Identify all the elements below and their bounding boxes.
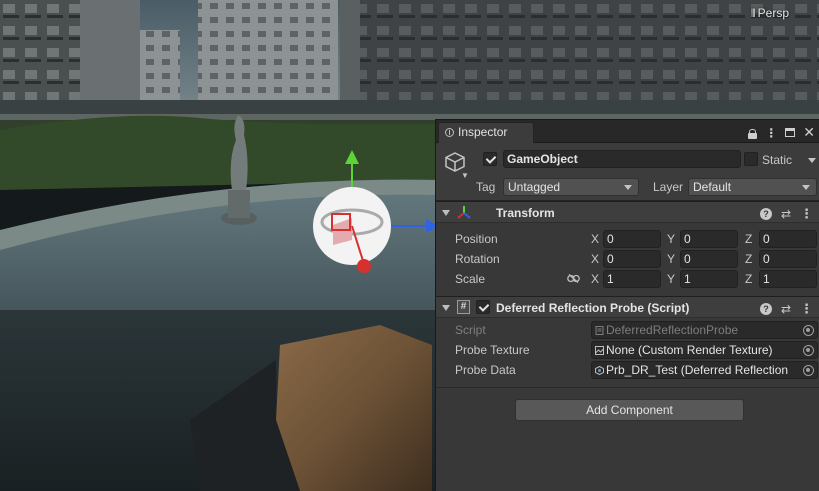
tag-dropdown[interactable]: Untagged [503,178,639,196]
rotation-y-field[interactable]: 0 [680,250,738,268]
position-x-field[interactable]: 0 [603,230,661,248]
scale-row: Scale X 1 Y 1 Z 1 [436,269,819,289]
inspector-panel: Inspector ⋮ ✕ ▼ GameObject Static Tag Un… [435,119,819,491]
probe-texture-value: None (Custom Render Texture) [606,343,773,357]
object-picker-icon[interactable] [803,365,814,376]
more-options-icon[interactable]: ⋮ [800,301,813,317]
script-enabled-checkbox[interactable] [476,300,490,314]
script-label: Script [455,323,486,337]
probe-data-row: Probe Data Prb_DR_Test (Deferred Reflect… [436,360,819,380]
view-mode-label[interactable]: ⫴ Persp [751,6,789,21]
scale-x-field[interactable]: 1 [603,270,661,288]
static-checkbox[interactable] [744,152,758,166]
probe-data-value: Prb_DR_Test (Deferred Reflection [606,363,789,377]
tab-inspector-label: Inspector [458,125,508,139]
chevron-down-icon [802,185,810,190]
axis-x-label[interactable]: X [591,232,599,246]
script-value: DeferredReflectionProbe [606,323,739,337]
axis-y-label[interactable]: Y [667,232,675,246]
presets-icon[interactable]: ⇄ [781,207,791,221]
probe-texture-field[interactable]: None (Custom Render Texture) [591,341,818,359]
foldout-arrow-icon[interactable] [442,210,450,216]
layer-dropdown[interactable]: Default [688,178,817,196]
rotation-label: Rotation [455,252,500,266]
axis-x-label[interactable]: X [591,272,599,286]
probe-texture-label: Probe Texture [455,343,530,357]
presets-icon[interactable]: ⇄ [781,302,791,316]
chevron-down-icon [624,185,632,190]
object-picker-icon[interactable] [803,345,814,356]
transform-axes-icon [457,206,471,219]
gameobject-header: ▼ GameObject Static Tag Untagged Layer D… [436,143,819,201]
rotation-row: Rotation X 0 Y 0 Z 0 [436,249,819,269]
render-texture-icon [595,346,604,355]
script-component-header[interactable]: # Deferred Reflection Probe (Script) ? ⇄… [436,296,819,318]
script-row: Script DeferredReflectionProbe [436,320,819,340]
more-options-icon[interactable]: ⋮ [800,206,813,222]
axis-z-label[interactable]: Z [745,272,752,286]
static-dropdown-arrow[interactable] [808,158,816,163]
probe-data-label: Probe Data [455,363,516,377]
axis-y-label[interactable]: Y [667,252,675,266]
info-icon [445,128,454,137]
lock-icon[interactable] [748,128,758,139]
rotation-z-field[interactable]: 0 [759,250,817,268]
static-label: Static [762,153,793,167]
axis-x-label[interactable]: X [591,252,599,266]
tag-label: Tag [476,180,496,194]
scale-y-field[interactable]: 1 [680,270,738,288]
axis-y-label[interactable]: Y [667,272,675,286]
rotation-x-field[interactable]: 0 [603,250,661,268]
inspector-tabbar: Inspector ⋮ ✕ [436,120,819,143]
add-component-area: Add Component [436,387,819,437]
more-options-icon[interactable]: ⋮ [765,126,777,140]
script-file-icon [595,326,604,335]
position-row: Position X 0 Y 0 Z 0 [436,229,819,249]
foldout-arrow-icon[interactable] [442,305,450,311]
axis-z-label[interactable]: Z [745,232,752,246]
position-y-field[interactable]: 0 [680,230,738,248]
help-icon[interactable]: ? [759,303,772,315]
object-picker-icon [803,325,814,336]
tab-inspector[interactable]: Inspector [438,122,534,143]
view-mode-text: Persp [757,6,789,20]
constrain-proportions-icon[interactable] [567,274,580,283]
tag-value: Untagged [508,180,561,194]
transform-header[interactable]: Transform ? ⇄ ⋮ [436,201,819,223]
close-icon[interactable]: ✕ [803,124,815,141]
script-icon: # [457,300,470,314]
icon-dropdown-arrow[interactable]: ▼ [461,171,469,180]
scriptable-object-icon [595,366,604,375]
perspective-icon: ⫴ [751,8,756,20]
probe-texture-row: Probe Texture None (Custom Render Textur… [436,340,819,360]
transform-title: Transform [496,206,555,220]
layer-label: Layer [653,180,684,194]
layer-value: Default [693,180,732,194]
probe-data-field[interactable]: Prb_DR_Test (Deferred Reflection [591,361,818,379]
position-z-field[interactable]: 0 [759,230,817,248]
scale-label: Scale [455,272,486,286]
maximize-icon[interactable] [785,128,796,137]
position-label: Position [455,232,498,246]
gameobject-cube-icon[interactable] [444,151,466,173]
help-icon[interactable]: ? [759,208,772,220]
script-component-title: Deferred Reflection Probe (Script) [496,301,690,315]
add-component-button[interactable]: Add Component [515,399,744,421]
scale-z-field[interactable]: 1 [759,270,817,288]
active-checkbox[interactable] [483,152,497,166]
axis-z-label[interactable]: Z [745,252,752,266]
script-field: DeferredReflectionProbe [591,321,818,339]
gameobject-name-field[interactable]: GameObject [503,150,741,168]
